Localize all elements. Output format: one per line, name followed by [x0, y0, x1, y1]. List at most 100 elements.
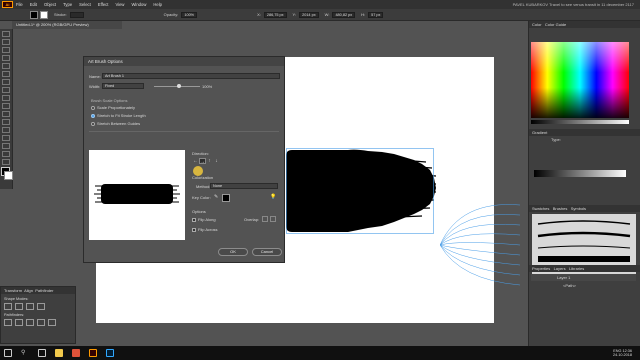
crop-button[interactable] — [37, 319, 45, 326]
overlap-none-icon[interactable] — [262, 216, 268, 222]
minus-front-button[interactable] — [15, 303, 23, 310]
browser-icon[interactable] — [72, 349, 80, 357]
menu-type[interactable]: Type — [63, 2, 72, 7]
grayscale-ramp[interactable] — [531, 120, 629, 124]
gradient-tool-icon[interactable] — [2, 143, 10, 149]
language-indicator[interactable]: ENG — [613, 349, 621, 353]
direct-selection-tool-icon[interactable] — [2, 39, 10, 45]
flip-across-label: Flip Across — [198, 227, 218, 232]
tab-transform[interactable]: Transform — [4, 288, 22, 293]
tab-brushes[interactable]: Brushes — [553, 206, 568, 211]
magic-wand-tool-icon[interactable] — [2, 47, 10, 53]
task-view-icon[interactable] — [38, 349, 46, 357]
ok-button[interactable]: OK — [218, 248, 248, 256]
h-field[interactable]: 57 px — [368, 11, 384, 18]
document-tab[interactable]: Untitled-1* @ 200% (RGB/GPU Preview) — [12, 21, 122, 29]
direction-up-icon[interactable]: ↑ — [206, 158, 213, 164]
type-tool-icon[interactable] — [2, 63, 10, 69]
layer-row-2[interactable]: <Path> — [531, 282, 636, 289]
rotate-tool-icon[interactable] — [2, 111, 10, 117]
tab-gradient[interactable]: Gradient — [532, 130, 547, 135]
method-dropdown[interactable]: None — [210, 183, 278, 189]
tab-color-guide[interactable]: Color Guide — [545, 22, 566, 27]
selection-tool-icon[interactable] — [2, 31, 10, 37]
tab-align[interactable]: Align — [24, 288, 33, 293]
gradient-slider[interactable] — [534, 170, 626, 177]
system-clock[interactable]: ENG 12:36 24.10.2018 — [613, 349, 632, 358]
overlap-adjust-icon[interactable] — [270, 216, 276, 222]
line-tool-icon[interactable] — [2, 71, 10, 77]
menu-select[interactable]: Select — [79, 2, 91, 7]
menu-window[interactable]: Window — [131, 2, 146, 7]
w-field[interactable]: 480,82 px — [332, 11, 356, 18]
menu-bar: Ai File Edit Object Type Select Effect V… — [0, 0, 640, 9]
trim-button[interactable] — [15, 319, 23, 326]
cancel-button[interactable]: Cancel — [252, 248, 282, 256]
control-bar: Stroke: Opacity: 100% X: 286,75 px Y: 20… — [0, 9, 640, 21]
menu-effect[interactable]: Effect — [98, 2, 109, 7]
width-dropdown[interactable]: Fixed — [102, 83, 144, 89]
eyedropper-tool-icon[interactable] — [2, 151, 10, 157]
layer-row-1[interactable]: Layer 1 — [531, 274, 636, 281]
divide-button[interactable] — [4, 319, 12, 326]
menu-view[interactable]: View — [115, 2, 124, 7]
pen-tool-icon[interactable] — [2, 55, 10, 61]
direction-down-icon[interactable]: ↓ — [213, 158, 220, 164]
fill-swatch[interactable] — [30, 10, 38, 19]
flip-across-checkbox[interactable] — [192, 228, 196, 232]
clock-date: 24.10.2018 — [612, 353, 632, 357]
paintbrush-tool-icon[interactable] — [2, 87, 10, 93]
x-field[interactable]: 286,75 px — [263, 11, 287, 18]
selected-path-outline[interactable] — [440, 200, 520, 290]
merge-button[interactable] — [26, 319, 34, 326]
outline-button[interactable] — [48, 319, 56, 326]
illustrator-taskbar-icon[interactable] — [89, 349, 97, 357]
key-color-swatch[interactable] — [222, 194, 230, 202]
tips-icon[interactable]: 💡 — [270, 194, 276, 200]
eyedropper-icon[interactable]: ✎ — [214, 194, 218, 200]
unite-button[interactable] — [4, 303, 12, 310]
scale-tool-icon[interactable] — [2, 119, 10, 125]
tab-libraries[interactable]: Libraries — [569, 266, 584, 271]
stroke-weight-field[interactable] — [69, 11, 84, 18]
tab-swatches[interactable]: Swatches — [532, 206, 549, 211]
search-icon[interactable]: ⚲ — [21, 349, 29, 357]
width-tool-icon[interactable] — [2, 127, 10, 133]
windows-start-icon[interactable] — [4, 349, 12, 357]
shape-builder-tool-icon[interactable] — [2, 135, 10, 141]
name-input[interactable]: Art Brush 1 — [102, 73, 280, 79]
y-field[interactable]: 2014 px — [299, 11, 319, 18]
stretch-between-guides-radio[interactable] — [91, 122, 95, 126]
fill-stroke-widget[interactable] — [0, 167, 13, 181]
intersect-button[interactable] — [26, 303, 34, 310]
tab-pathfinder[interactable]: Pathfinder — [35, 288, 53, 293]
opacity-field[interactable]: 100% — [181, 11, 198, 18]
tab-properties[interactable]: Properties — [532, 266, 550, 271]
stretch-to-fit-radio[interactable] — [91, 114, 95, 118]
pathfinder-buttons — [4, 319, 75, 326]
file-explorer-icon[interactable] — [55, 349, 63, 357]
width-slider-handle[interactable] — [177, 84, 181, 88]
photoshop-taskbar-icon[interactable] — [106, 349, 114, 357]
tab-symbols[interactable]: Symbols — [571, 206, 586, 211]
zoom-tool-icon[interactable] — [2, 159, 10, 165]
direction-left-icon[interactable]: ← — [192, 158, 199, 164]
overlap-label: Overlap: — [244, 217, 260, 222]
menu-help[interactable]: Help — [153, 2, 162, 7]
tab-layers[interactable]: Layers — [554, 266, 566, 271]
menu-file[interactable]: File — [16, 2, 23, 7]
exclude-button[interactable] — [37, 303, 45, 310]
stroke-swatch[interactable] — [40, 10, 48, 19]
direction-right-icon[interactable]: → — [199, 158, 206, 165]
brush-stroke-artwork[interactable] — [286, 148, 436, 234]
scale-options-heading: Brush Scale Options — [91, 98, 128, 103]
scale-proportionately-radio[interactable] — [91, 106, 95, 110]
pencil-tool-icon[interactable] — [2, 95, 10, 101]
stroke-color-box[interactable] — [4, 171, 13, 180]
tab-color[interactable]: Color — [532, 22, 542, 27]
flip-along-checkbox[interactable] — [192, 218, 196, 222]
menu-object[interactable]: Object — [44, 2, 56, 7]
eraser-tool-icon[interactable] — [2, 103, 10, 109]
menu-edit[interactable]: Edit — [30, 2, 37, 7]
rectangle-tool-icon[interactable] — [2, 79, 10, 85]
